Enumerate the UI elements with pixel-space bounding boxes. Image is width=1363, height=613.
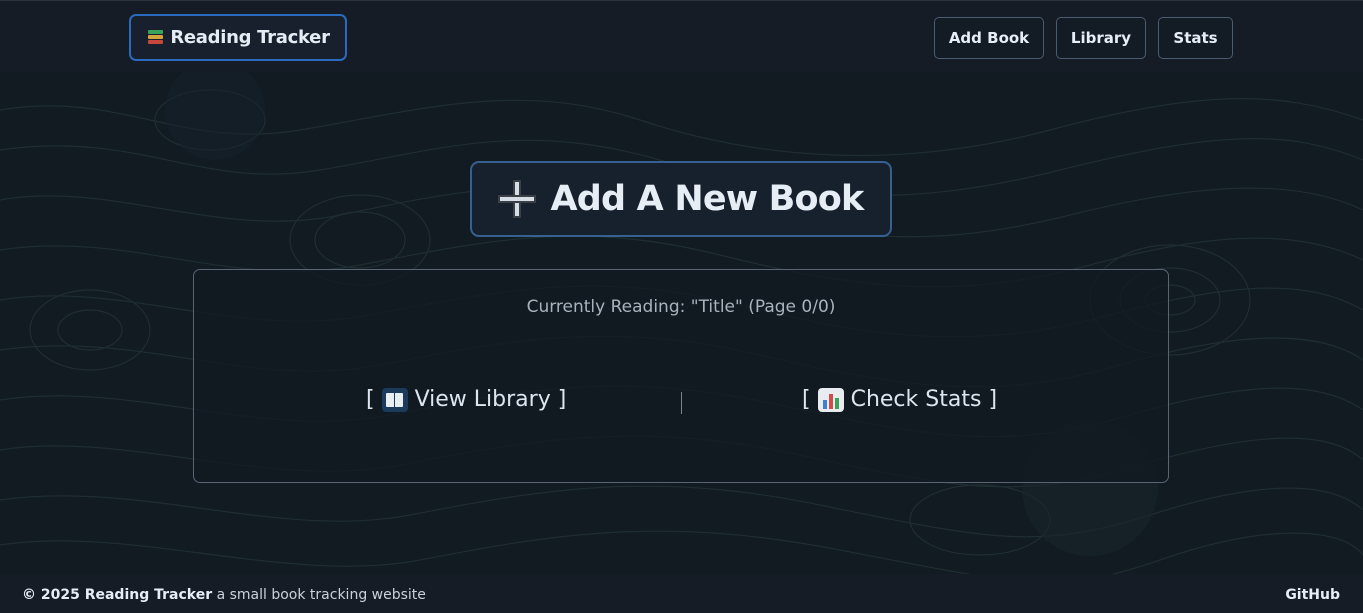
view-library-link[interactable]: [ View Library ] — [366, 387, 566, 412]
currently-reading-text: Currently Reading: "Title" (Page 0/0) — [526, 297, 836, 317]
open-book-icon — [381, 387, 408, 412]
plus-icon — [498, 180, 537, 218]
nav-add-book-button[interactable]: Add Book — [934, 17, 1044, 59]
view-library-label: View Library — [414, 387, 551, 412]
brand-title: Reading Tracker — [170, 27, 330, 48]
add-new-book-button[interactable]: Add A New Book — [470, 161, 892, 237]
top-header: Reading Tracker Add Book Library Stats — [0, 0, 1363, 72]
bracket-open: [ — [366, 387, 375, 412]
add-new-book-label: Add A New Book — [550, 179, 864, 219]
brand-logo[interactable]: Reading Tracker — [129, 14, 347, 61]
check-stats-label: Check Stats — [850, 387, 982, 412]
check-stats-link[interactable]: [ Check Stats ] — [802, 387, 997, 412]
footer-info: © 2025 Reading Tracker a small book trac… — [22, 587, 426, 603]
nav-library-button[interactable]: Library — [1056, 17, 1146, 59]
link-divider — [681, 392, 682, 414]
footer-tagline: a small book tracking website — [216, 587, 426, 603]
bracket-close: ] — [988, 387, 998, 412]
bracket-close: ] — [557, 387, 567, 412]
nav-stats-button[interactable]: Stats — [1158, 17, 1233, 59]
github-link[interactable]: GitHub — [1285, 587, 1340, 603]
bar-chart-icon — [817, 387, 844, 412]
bracket-open: [ — [802, 387, 811, 412]
books-icon — [146, 29, 164, 47]
footer-copyright: © 2025 Reading Tracker — [22, 587, 213, 603]
currently-reading-card: Currently Reading: "Title" (Page 0/0) [ … — [193, 269, 1169, 483]
footer: © 2025 Reading Tracker a small book trac… — [0, 574, 1363, 613]
